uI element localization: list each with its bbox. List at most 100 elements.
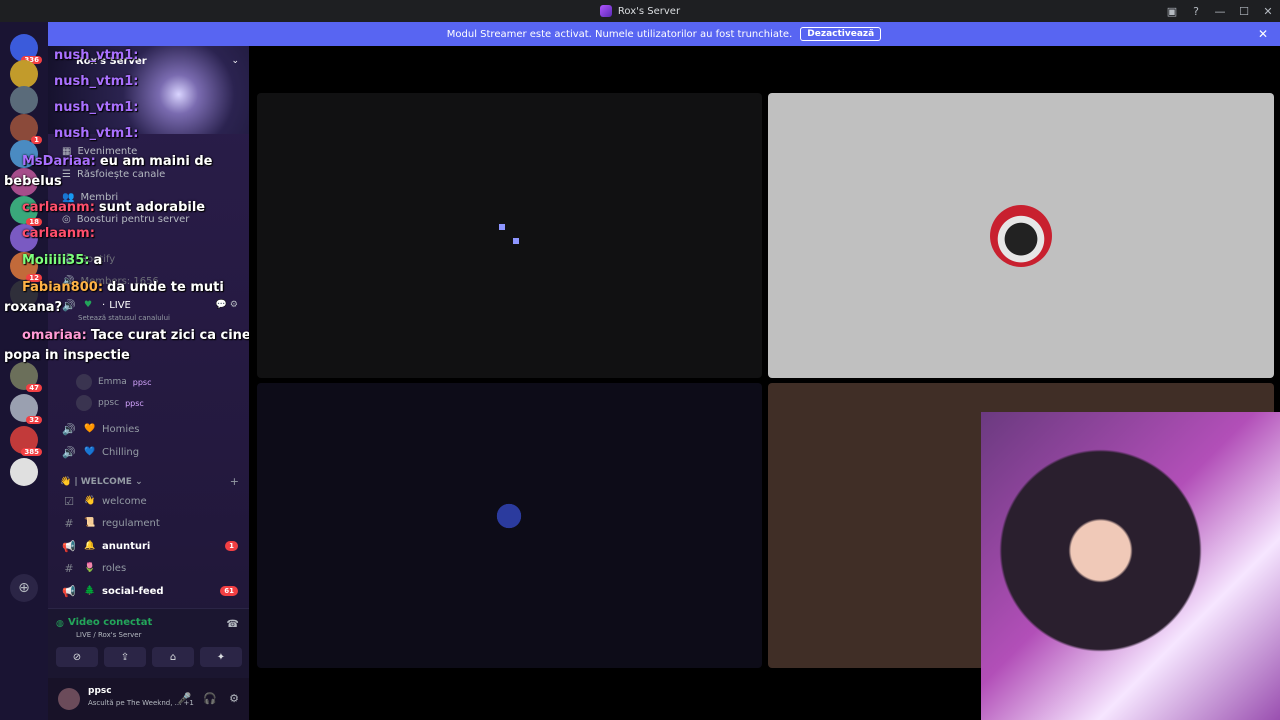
username[interactable]: ppsc <box>88 686 112 696</box>
chat-text: da unde te muti <box>107 280 224 295</box>
chat-message: Fabian800: da unde te muti <box>22 278 224 298</box>
activity-button[interactable]: ⌂ <box>152 647 194 667</box>
chat-text: eu am maini de <box>99 154 213 169</box>
pixel-artifact <box>499 224 505 230</box>
green-heart-icon: ♥ <box>84 300 93 310</box>
title-bar: Rox's Server ▣ ? — ☐ ✕ <box>0 0 1280 22</box>
close-icon[interactable]: ✕ <box>1258 27 1268 41</box>
voice-user[interactable]: ppsc ppsc <box>76 395 144 411</box>
chat-message: omariaa: Tace curat zici ca cine <box>22 326 251 346</box>
voice-channel-live[interactable]: 🔊 ♥ · LIVE 💬 ⚙ <box>60 295 240 315</box>
close-button[interactable]: ✕ <box>1256 5 1280 18</box>
text-channel-anunturi[interactable]: 📢 🔔 anunturi 1 <box>60 536 240 556</box>
voice-channel-chilling[interactable]: 🔊 💙 Chilling <box>60 442 240 462</box>
user-panel: ppsc Ascultă pe The Weeknd, ... +1 🎤 🎧 ⚙ <box>48 678 249 720</box>
camera-off-button[interactable]: ⊘ <box>56 647 98 667</box>
soundboard-button[interactable]: ✦ <box>200 647 242 667</box>
chat-username: MsDariaa: <box>22 154 96 169</box>
server-icon[interactable]: 336 <box>10 34 42 64</box>
streamer-mode-banner: Modul Streamer este activat. Numele util… <box>48 22 1280 46</box>
channel-sidebar: Rox's Server ⌄ ▦ Evenimente ☰ Răsfoiește c… <box>48 46 249 720</box>
video-tile[interactable] <box>768 93 1274 378</box>
microphone-icon[interactable]: 🎤 <box>178 692 192 705</box>
minimize-button[interactable]: — <box>1208 5 1232 18</box>
rules-icon: ☑ <box>64 494 74 508</box>
chat-message: nush_vtm1: <box>54 124 142 144</box>
chat-username: Fabian800: <box>22 280 104 295</box>
voice-status[interactable]: Video conectat <box>68 617 152 628</box>
chat-username: nush_vtm1: <box>54 100 139 115</box>
hash-icon: # <box>64 561 74 575</box>
window-title: Rox's Server <box>617 5 681 17</box>
server-icon[interactable]: 47 <box>10 362 42 392</box>
chat-message: carlaanm: sunt adorabile <box>22 198 205 218</box>
text-channel-roles[interactable]: # 🌷 roles <box>60 558 240 578</box>
chat-text: a <box>93 253 103 268</box>
unread-badge: 61 <box>220 586 238 596</box>
disconnect-icon[interactable]: ☎ <box>227 619 239 630</box>
server-icon[interactable] <box>10 458 38 486</box>
chat-message: popa in inspectie <box>4 346 130 366</box>
headphones-icon[interactable]: 🎧 <box>203 692 217 705</box>
chat-text: Tace curat zici ca cine <box>90 328 251 343</box>
voice-user[interactable]: Emma ppsc <box>76 374 151 390</box>
video-stage <box>249 46 1280 720</box>
chat-message: carlaanm: <box>22 224 99 244</box>
text-channel-social-feed[interactable]: 📢 🌲 social-feed 61 <box>60 581 240 601</box>
avatar <box>990 205 1052 267</box>
avatar <box>76 395 92 411</box>
category-welcome[interactable]: 👋 | WELCOME ⌄ <box>60 477 143 487</box>
voice-channel-homies[interactable]: 🔊 🧡 Homies <box>60 419 240 439</box>
chat-text: popa in inspectie <box>4 348 130 363</box>
inbox-icon[interactable]: ▣ <box>1160 5 1184 18</box>
video-tile[interactable] <box>257 383 762 668</box>
chat-text: bebelus <box>4 174 62 189</box>
server-icon[interactable]: 32 <box>10 394 42 424</box>
voice-location[interactable]: LIVE / Rox's Server <box>76 631 142 639</box>
add-server-icon[interactable]: ⊕ <box>10 574 38 602</box>
channel-actions-icon[interactable]: 💬 ⚙ <box>216 300 238 310</box>
chat-message: nush_vtm1: <box>54 72 142 92</box>
text-channel-welcome[interactable]: ☑ 👋 welcome <box>60 491 240 511</box>
speaker-icon: 🔊 <box>62 422 76 436</box>
mention-badge: 47 <box>26 384 42 392</box>
chat-text: sunt adorabile <box>98 200 206 215</box>
help-icon[interactable]: ? <box>1184 5 1208 18</box>
chat-username: nush_vtm1: <box>54 48 139 63</box>
hash-icon: # <box>64 516 74 530</box>
server-icon[interactable] <box>10 60 38 88</box>
unread-badge: 1 <box>225 541 238 551</box>
chat-message: nush_vtm1: <box>54 46 142 66</box>
chat-text: roxana? <box>4 300 63 315</box>
maximize-button[interactable]: ☐ <box>1232 5 1256 18</box>
pixel-artifact <box>513 238 519 244</box>
server-icon[interactable]: 385 <box>10 426 42 456</box>
avatar[interactable] <box>58 688 80 710</box>
chat-message: bebelus <box>4 172 62 192</box>
signal-icon: ◍ <box>56 619 64 629</box>
chevron-down-icon[interactable]: ⌄ <box>231 56 239 66</box>
video-tile[interactable] <box>257 93 762 378</box>
banner-text: Modul Streamer este activat. Numele util… <box>446 28 793 40</box>
server-list: 336 1 18 12 47 32 385 ⊕ <box>0 22 48 720</box>
chat-message: Moiiiii35: a <box>22 251 102 271</box>
chat-message: MsDariaa: eu am maini de <box>22 152 212 172</box>
settings-gear-icon[interactable]: ⚙ <box>229 692 239 705</box>
speaker-icon: 🔊 <box>62 445 76 459</box>
share-screen-button[interactable]: ⇪ <box>104 647 146 667</box>
chat-username: nush_vtm1: <box>54 126 139 141</box>
avatar <box>76 374 92 390</box>
avatar <box>483 501 535 531</box>
text-channel-regulament[interactable]: # 📜 regulament <box>60 513 240 533</box>
announcement-icon: 📢 <box>62 539 76 553</box>
add-channel-icon[interactable]: + <box>230 475 239 488</box>
chat-username: carlaanm: <box>22 226 95 241</box>
channel-status-hint[interactable]: Setează statusul canalului <box>78 314 170 322</box>
chat-username: carlaanm: <box>22 200 95 215</box>
server-icon[interactable] <box>10 86 38 114</box>
chat-message: roxana? <box>4 298 62 318</box>
chat-message: nush_vtm1: <box>54 98 142 118</box>
disable-streamer-mode-button[interactable]: Dezactivează <box>800 27 882 41</box>
speaker-icon: 🔊 <box>62 298 76 312</box>
server-icon[interactable]: 1 <box>10 114 42 144</box>
